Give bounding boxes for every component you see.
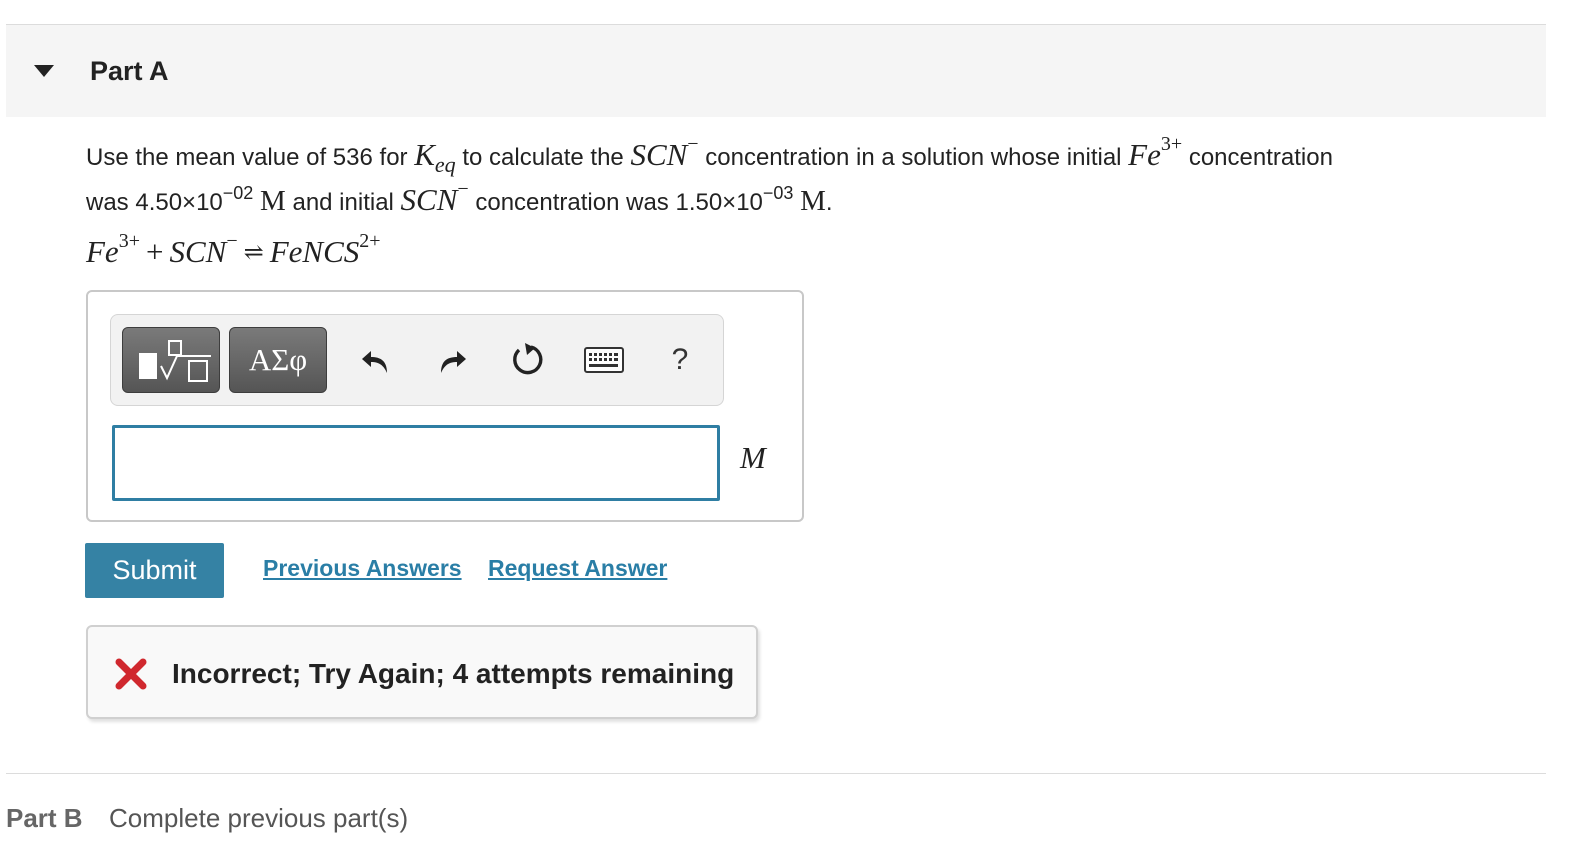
scn-symbol: SCN− [630,132,699,172]
keq-symbol: Keq [414,137,456,178]
equilibrium-arrow-icon: ⇌ [243,240,264,266]
previous-answers-link[interactable]: Previous Answers [263,555,462,582]
collapse-caret-icon[interactable] [34,65,54,77]
feedback-message: Incorrect; Try Again; 4 attempts remaini… [172,658,735,689]
answer-unit: M [740,440,766,475]
feedback-box: Incorrect; Try Again; 4 attempts remaini… [86,625,758,719]
incorrect-x-icon [115,658,147,690]
bottom-divider [6,773,1546,774]
templates-icon [139,340,211,382]
greek-symbols-button[interactable]: ΑΣφ [229,327,327,393]
fe-symbol: Fe3+ [1128,132,1183,172]
reset-icon[interactable] [499,331,557,389]
redo-icon[interactable] [423,331,481,389]
question-text: Use the mean value of 536 for Keq to cal… [86,132,1333,217]
part-a-header[interactable]: Part A [6,25,1546,117]
submit-button[interactable]: Submit [85,543,224,598]
undo-icon[interactable] [347,331,405,389]
templates-button[interactable] [122,327,220,393]
keyboard-icon[interactable] [575,331,633,389]
answer-panel: ΑΣφ ? M [86,290,804,522]
reaction-equation: Fe3+ + SCN− ⇌ FeNCS2+ [86,229,381,269]
scn-symbol-2: SCN− [400,177,469,217]
part-b-title[interactable]: Part B [6,803,83,834]
part-b-status: Complete previous part(s) [109,803,409,833]
request-answer-link[interactable]: Request Answer [488,555,667,582]
answer-input[interactable] [112,425,720,501]
part-a-title: Part A [90,56,169,86]
math-toolbar: ΑΣφ ? [110,314,724,406]
help-button[interactable]: ? [651,331,709,389]
